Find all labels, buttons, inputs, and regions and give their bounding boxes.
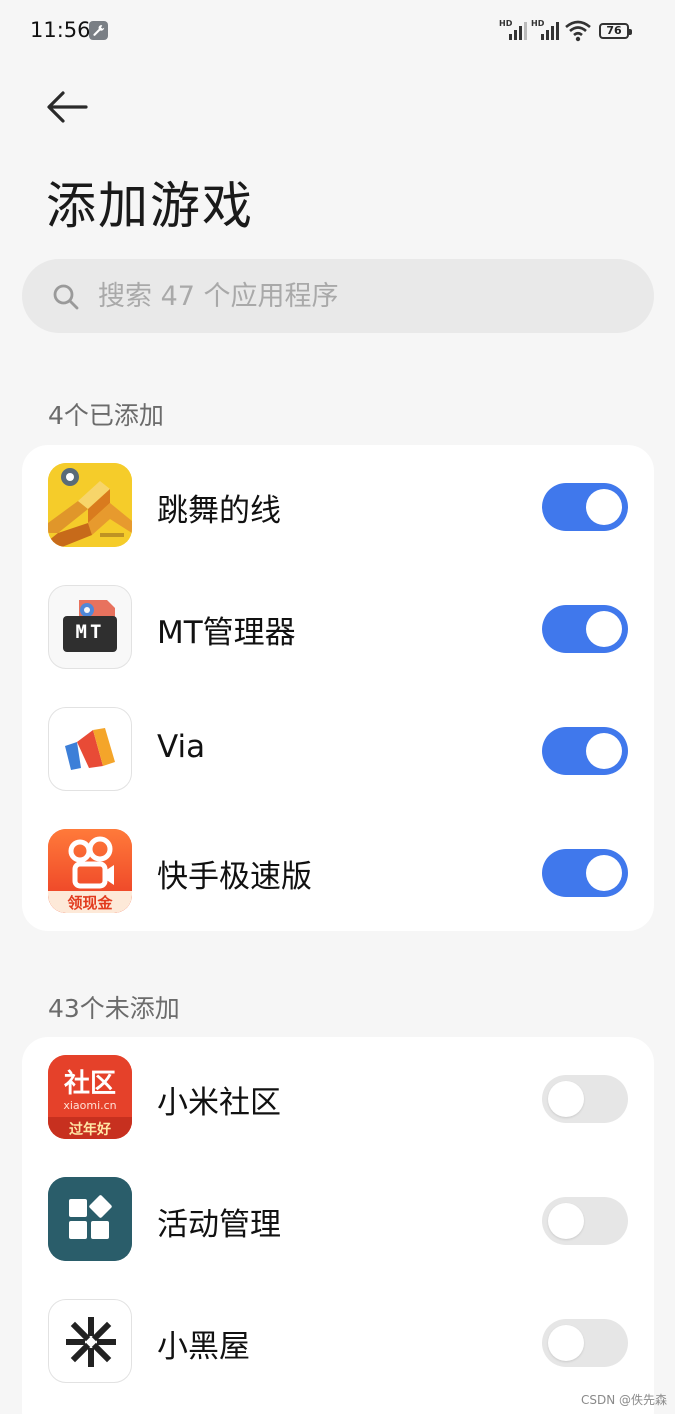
toggle-via[interactable] bbox=[542, 727, 628, 775]
activity-manager-icon bbox=[48, 1177, 132, 1261]
battery-tip bbox=[629, 29, 632, 35]
xiaomi-icon-banner: 过年好 bbox=[69, 1122, 111, 1138]
little-black-room-icon bbox=[48, 1299, 132, 1383]
dancing-line-icon bbox=[48, 463, 132, 547]
xiaomi-icon-title: 社区 bbox=[63, 1069, 116, 1099]
back-arrow-icon bbox=[47, 91, 88, 123]
toggle-xiaomi-community[interactable] bbox=[542, 1075, 628, 1123]
app-name: Via bbox=[157, 729, 206, 765]
app-name: MT管理器 bbox=[157, 615, 296, 651]
toggle-knob bbox=[586, 489, 622, 525]
kuaishou-badge-text: 领现金 bbox=[67, 894, 113, 912]
page-title: 添加游戏 bbox=[46, 177, 254, 235]
via-browser-icon bbox=[48, 707, 132, 791]
kuaishou-lite-icon: 领现金 bbox=[48, 829, 132, 913]
xiaomi-icon-domain: xiaomi.cn bbox=[63, 1099, 117, 1112]
toggle-knob bbox=[548, 1325, 584, 1361]
wrench-icon bbox=[89, 21, 108, 40]
list-item-kuaishou-lite[interactable]: 领现金 快手极速版 bbox=[22, 811, 654, 933]
watermark: CSDN @佚先森 bbox=[580, 1393, 667, 1407]
signal-2-icon: HD bbox=[531, 19, 559, 42]
toggle-knob bbox=[586, 855, 622, 891]
toggle-knob bbox=[586, 733, 622, 769]
signal-1-icon: HD bbox=[499, 19, 527, 42]
mt-manager-icon: MT bbox=[48, 585, 132, 669]
hd-2-label: HD bbox=[531, 19, 545, 28]
not-added-apps-card: 社区 xiaomi.cn 过年好 小米社区 活动管理 小黑屋 bbox=[22, 1037, 654, 1414]
list-item-activity-manager[interactable]: 活动管理 bbox=[22, 1159, 654, 1281]
screen: 11:56 HD HD 76 添加游戏 搜索 47 个应用程序 4个已添加 跳舞… bbox=[0, 0, 675, 1414]
list-item-little-black-room[interactable]: 小黑屋 bbox=[22, 1281, 654, 1403]
added-section-header: 4个已添加 bbox=[48, 401, 164, 430]
toggle-knob bbox=[548, 1203, 584, 1239]
search-box[interactable] bbox=[22, 259, 654, 333]
not-added-section-header: 43个未添加 bbox=[48, 994, 180, 1023]
battery-icon: 76 bbox=[599, 23, 632, 39]
app-name: 小米社区 bbox=[157, 1085, 281, 1121]
battery-level: 76 bbox=[606, 24, 622, 37]
app-name: 跳舞的线 bbox=[157, 493, 281, 529]
search-input[interactable] bbox=[96, 259, 618, 333]
added-apps-card: 跳舞的线 MT MT管理器 Via 领现金 快手极速版 bbox=[22, 445, 654, 931]
search-icon bbox=[53, 284, 79, 310]
toggle-knob bbox=[548, 1081, 584, 1117]
status-icons: HD HD 76 bbox=[499, 19, 639, 44]
toggle-activity-manager[interactable] bbox=[542, 1197, 628, 1245]
app-name: 小黑屋 bbox=[157, 1329, 250, 1365]
list-item-via[interactable]: Via bbox=[22, 689, 654, 811]
toggle-mt-manager[interactable] bbox=[542, 605, 628, 653]
toggle-dancing-line[interactable] bbox=[542, 483, 628, 531]
list-item-dancing-line[interactable]: 跳舞的线 bbox=[22, 445, 654, 567]
status-time: 11:56 bbox=[30, 18, 91, 42]
toggle-little-black-room[interactable] bbox=[542, 1319, 628, 1367]
xiaomi-community-icon: 社区 xiaomi.cn 过年好 bbox=[48, 1055, 132, 1139]
toggle-knob bbox=[586, 611, 622, 647]
list-item-mt-manager[interactable]: MT MT管理器 bbox=[22, 567, 654, 689]
list-item-xiaomi-community[interactable]: 社区 xiaomi.cn 过年好 小米社区 bbox=[22, 1037, 654, 1159]
mt-icon-text: MT bbox=[75, 621, 105, 643]
toggle-kuaishou-lite[interactable] bbox=[542, 849, 628, 897]
back-button[interactable] bbox=[40, 84, 96, 132]
hd-1-label: HD bbox=[499, 19, 513, 28]
status-bar: 11:56 HD HD 76 bbox=[0, 0, 675, 64]
wifi-icon bbox=[565, 20, 591, 42]
app-name: 活动管理 bbox=[157, 1207, 281, 1243]
app-name: 快手极速版 bbox=[157, 859, 312, 895]
